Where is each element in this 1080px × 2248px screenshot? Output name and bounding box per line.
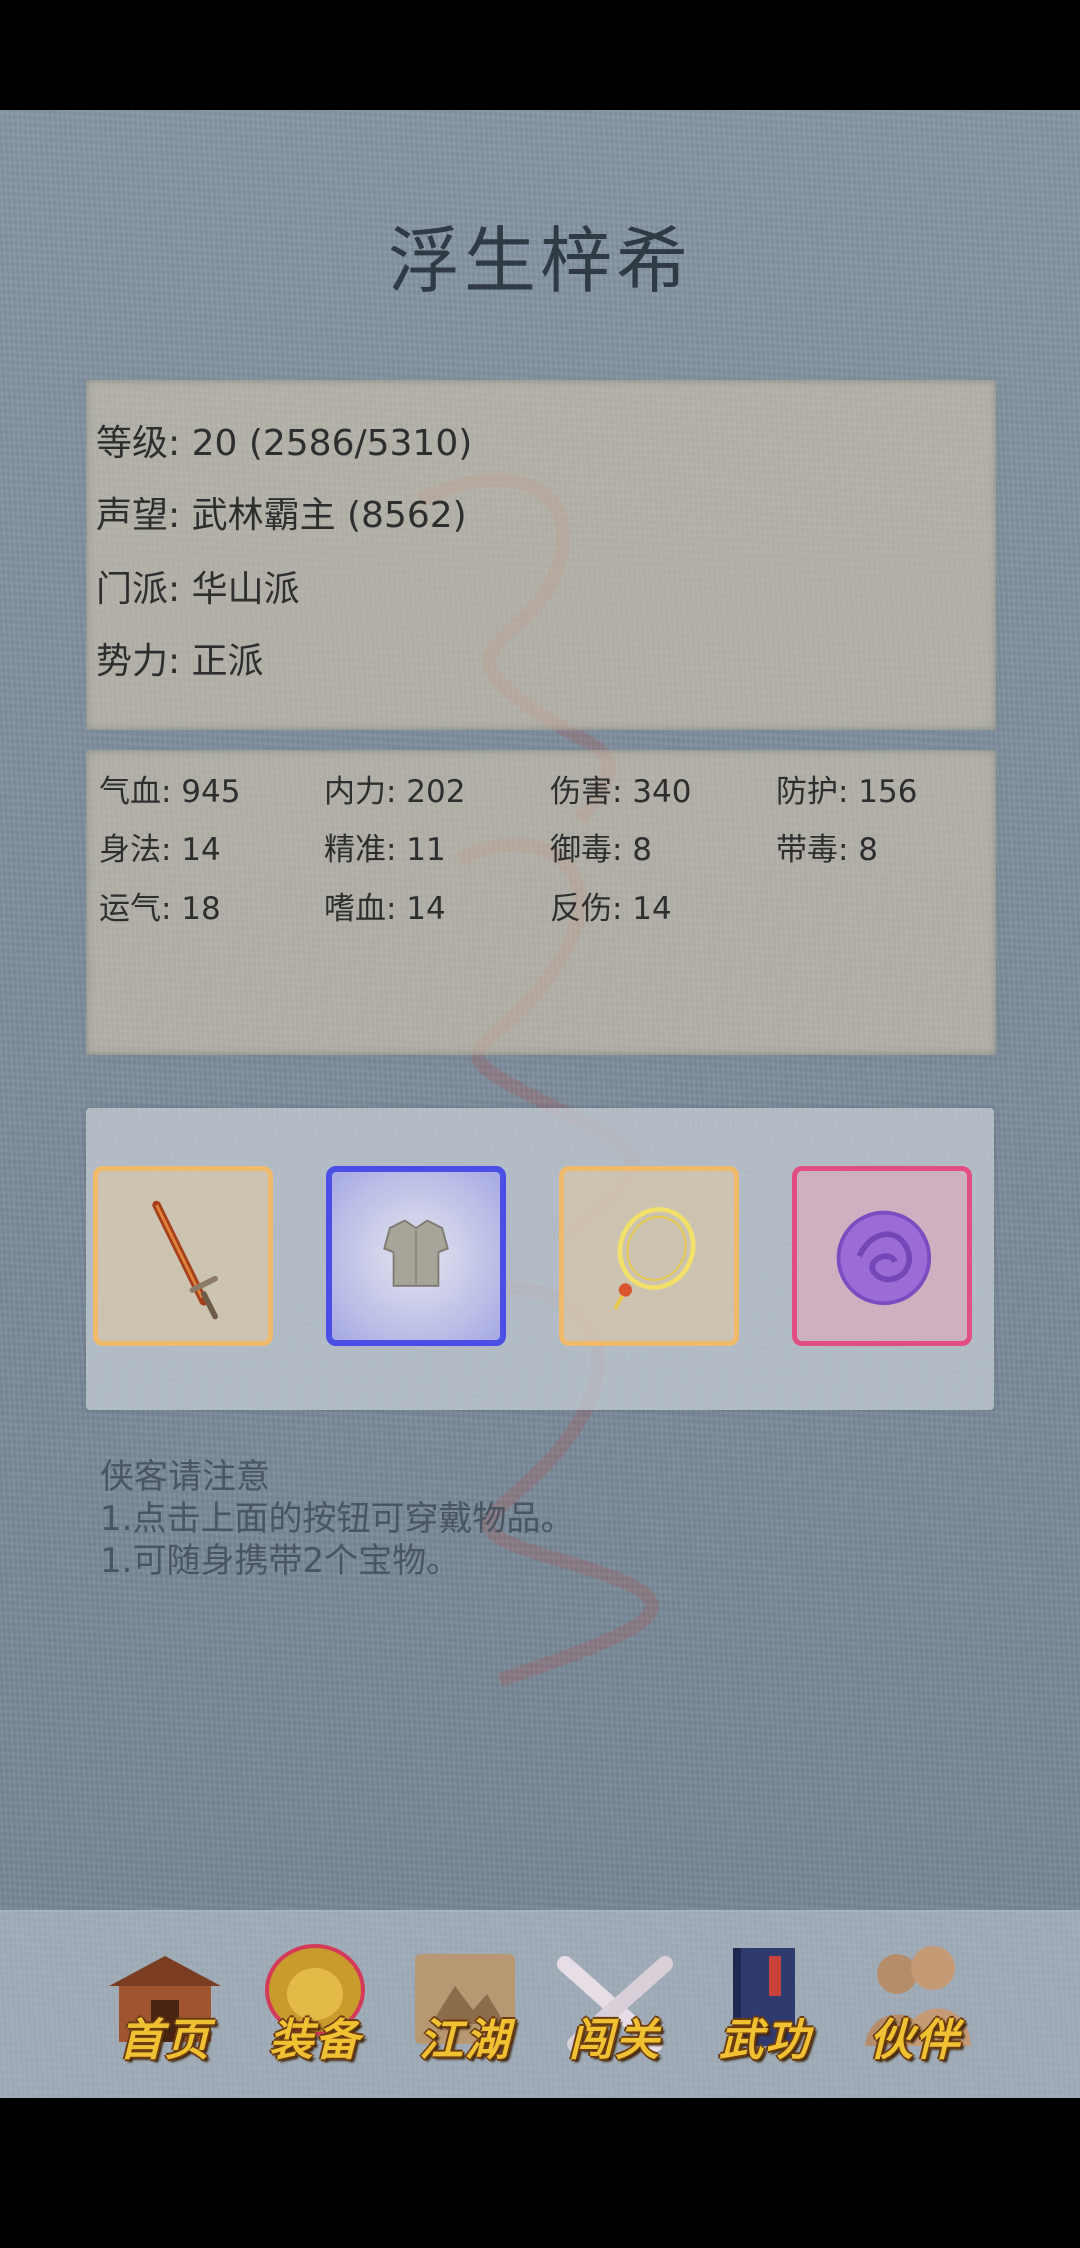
nav-jianghu-label: 江湖 [419, 2015, 511, 2066]
level-text: 等级: 20 (2586/5310) [96, 423, 473, 464]
accessory-slot[interactable] [559, 1166, 739, 1346]
reputation-text: 声望: 武林霸主 (8562) [96, 495, 467, 536]
nav-jianghu[interactable]: 江湖 [395, 1934, 535, 2074]
stat-damage: 伤害: 340 [550, 774, 692, 810]
stat-poison-resist: 御毒: 8 [550, 832, 653, 868]
bottom-nav: 首页 装备 江湖 闯关 武功 伙伴 [0, 1910, 1080, 2098]
nav-martial-arts[interactable]: 武功 [695, 1934, 835, 2074]
status-bar [0, 0, 1080, 110]
weapon-slot[interactable] [93, 1166, 273, 1346]
nav-home-label: 首页 [119, 2015, 211, 2066]
armor-icon [383, 1219, 449, 1287]
stat-lifesteal: 嗜血: 14 [324, 891, 446, 927]
notice-line-2: 1.可随身携带2个宝物。 [100, 1541, 461, 1581]
nav-equipment-label: 装备 [269, 2015, 361, 2066]
notice-title: 侠客请注意 [100, 1457, 270, 1497]
stat-accuracy: 精准: 11 [324, 832, 446, 868]
notice-block: 侠客请注意 1.点击上面的按钮可穿戴物品。 1.可随身携带2个宝物。 [100, 1456, 574, 1582]
character-name: 浮生梓希 [387, 219, 692, 303]
equipment-slots-panel [86, 1108, 994, 1410]
stat-reflect: 反伤: 14 [550, 891, 672, 927]
stat-inner-power: 内力: 202 [324, 774, 466, 810]
armor-slot[interactable] [326, 1166, 506, 1346]
stat-hp: 气血: 945 [99, 774, 241, 810]
nav-martial-arts-label: 武功 [719, 2015, 811, 2066]
stat-agility: 身法: 14 [99, 832, 221, 868]
stat-poison: 带毒: 8 [776, 832, 879, 868]
sect-text: 门派: 华山派 [96, 569, 300, 610]
nav-partners[interactable]: 伙伴 [845, 1934, 985, 2074]
necklace-icon [613, 1207, 696, 1310]
nav-challenge-label: 闯关 [569, 2015, 661, 2066]
attributes-panel: 气血: 945 内力: 202 伤害: 340 防护: 156 身法: 14 精… [86, 750, 996, 1055]
nav-challenge[interactable]: 闯关 [545, 1934, 685, 2074]
treasure-seal-icon [836, 1210, 932, 1306]
stat-luck: 运气: 18 [99, 891, 221, 927]
faction-text: 势力: 正派 [96, 641, 264, 682]
character-info-panel: 等级: 20 (2586/5310) 声望: 武林霸主 (8562) 门派: 华… [86, 380, 996, 730]
nav-home[interactable]: 首页 [95, 1934, 235, 2074]
nav-partners-label: 伙伴 [869, 2015, 961, 2066]
notice-line-1: 1.点击上面的按钮可穿戴物品。 [100, 1499, 575, 1539]
system-nav-bar [0, 2098, 1080, 2248]
stat-defense: 防护: 156 [776, 774, 918, 810]
nav-equipment[interactable]: 装备 [245, 1934, 385, 2074]
sword-icon [152, 1200, 218, 1320]
treasure-slot[interactable] [792, 1166, 972, 1346]
equipment-screen: 浮生梓希 等级: 20 (2586/5310) 声望: 武林霸主 (8562) … [0, 110, 1080, 2098]
